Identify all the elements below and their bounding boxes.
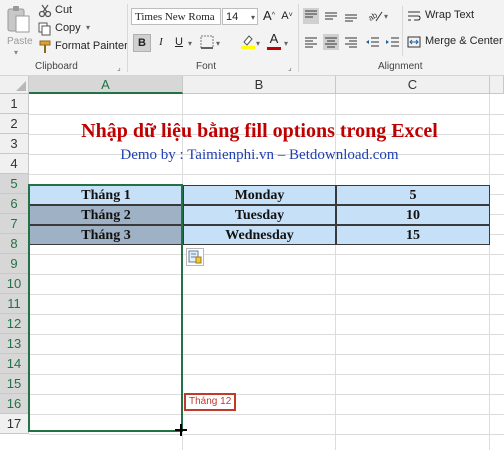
separator — [127, 4, 128, 72]
font-color-button[interactable]: A — [266, 31, 282, 50]
align-left-icon[interactable] — [303, 34, 319, 50]
borders-dropdown-icon[interactable]: ▾ — [216, 37, 220, 50]
copy-button[interactable]: Copy ▾ — [38, 21, 98, 37]
cell-b6[interactable]: Tuesday — [183, 205, 336, 225]
row-header-8[interactable]: 8 — [0, 234, 29, 254]
row-header-16[interactable]: 16 — [0, 394, 29, 414]
borders-icon[interactable] — [200, 35, 214, 49]
paste-button[interactable]: Paste ▾ — [3, 3, 33, 57]
fill-handle-cursor[interactable] — [175, 424, 187, 436]
column-header-extra[interactable] — [490, 76, 504, 94]
align-center-icon[interactable] — [323, 34, 339, 50]
font-size-dropdown-icon: ▾ — [250, 13, 255, 22]
increase-indent-icon[interactable] — [385, 34, 401, 50]
alignment-group-label: Alignment — [378, 61, 423, 72]
row-header-6[interactable]: 6 — [0, 194, 29, 214]
separator — [402, 6, 403, 56]
align-middle-icon[interactable] — [323, 8, 339, 24]
row-header-13[interactable]: 13 — [0, 334, 29, 354]
merge-center-button[interactable]: Merge & Center — [407, 34, 504, 50]
cut-button[interactable]: Cut — [38, 3, 98, 19]
row-header-1[interactable]: 1 — [0, 94, 29, 114]
format-painter-label: Format Painter — [55, 40, 128, 52]
row-header-10[interactable]: 10 — [0, 274, 29, 294]
align-right-icon[interactable] — [343, 34, 359, 50]
select-all-corner[interactable] — [0, 76, 29, 94]
align-bottom-icon[interactable] — [343, 8, 359, 24]
row-header-9[interactable]: 9 — [0, 254, 29, 274]
row-header-12[interactable]: 12 — [0, 314, 29, 334]
subtitle-site: Taimienphi.vn – Betdownload.com — [187, 147, 399, 163]
row-header-7[interactable]: 7 — [0, 214, 29, 234]
font-size-select[interactable]: 14 ▾ — [222, 8, 258, 25]
wrap-text-button[interactable]: Wrap Text — [407, 8, 499, 24]
font-group-label: Font — [196, 61, 217, 72]
merge-icon — [407, 36, 421, 48]
underline-button[interactable]: U — [171, 34, 187, 50]
copy-icon — [38, 22, 51, 36]
format-painter-icon — [39, 40, 51, 53]
sheet-title[interactable]: Nhập dữ liệu bằng fill options trong Exc… — [29, 121, 490, 141]
row-header-15[interactable]: 15 — [0, 374, 29, 394]
ribbon: Paste ▾ Cut Copy ▾ Format Painter Clipbo… — [0, 0, 504, 76]
wrap-text-icon — [408, 11, 421, 21]
highlight-icon[interactable] — [240, 33, 256, 49]
column-header-a[interactable]: A — [29, 76, 183, 94]
autofill-options-icon — [188, 250, 202, 264]
paste-dropdown-icon[interactable]: ▾ — [14, 46, 18, 59]
orientation-dropdown-icon[interactable]: ▾ — [384, 10, 388, 23]
fill-preview-tooltip: Tháng 12 — [184, 393, 237, 411]
paste-icon — [7, 6, 30, 33]
cell-a7[interactable]: Tháng 3 — [29, 225, 183, 245]
bold-button[interactable]: B — [133, 34, 151, 52]
font-name-value: Times New Roma — [135, 11, 215, 23]
highlight-dropdown-icon[interactable]: ▾ — [256, 37, 260, 50]
orientation-icon[interactable]: ab — [367, 8, 383, 24]
paste-label: Paste — [7, 36, 33, 47]
row-header-3[interactable]: 3 — [0, 134, 29, 154]
clipboard-group-label: Clipboard — [35, 61, 78, 72]
fill-preview-text: Tháng 12 — [189, 396, 232, 407]
row-header-17[interactable]: 17 — [0, 414, 29, 434]
italic-button[interactable]: I — [153, 34, 169, 50]
cell-a6[interactable]: Tháng 2 — [29, 205, 183, 225]
sheet-subtitle[interactable]: Demo by : Taimienphi.vn – Betdownload.co… — [29, 145, 490, 165]
column-header-b[interactable]: B — [183, 76, 336, 94]
column-header-c[interactable]: C — [336, 76, 490, 94]
cell-c6[interactable]: 10 — [336, 205, 490, 225]
svg-text:ab: ab — [367, 10, 379, 23]
shrink-font-button[interactable]: A˅ — [279, 8, 295, 24]
cut-label: Cut — [55, 4, 73, 16]
merge-center-label: Merge & Center — [425, 35, 503, 47]
cell-c5[interactable]: 5 — [336, 185, 490, 205]
clipboard-dialog-launcher-icon[interactable]: ⌟ — [117, 61, 121, 74]
row-header-5[interactable]: 5 — [0, 174, 29, 194]
worksheet-grid[interactable]: A B C 1 2 3 4 5 6 7 8 9 10 11 12 13 14 1… — [0, 76, 504, 450]
font-dialog-launcher-icon[interactable]: ⌟ — [288, 61, 292, 74]
grow-font-button[interactable]: A^ — [261, 8, 277, 24]
row-header-14[interactable]: 14 — [0, 354, 29, 374]
separator — [298, 4, 299, 72]
cell-a5[interactable]: Tháng 1 — [29, 185, 183, 205]
format-painter-button[interactable]: Format Painter — [38, 39, 128, 55]
scissors-icon — [38, 4, 52, 18]
copy-dropdown-icon[interactable]: ▾ — [86, 21, 90, 34]
wrap-text-label: Wrap Text — [425, 9, 475, 21]
row-header-2[interactable]: 2 — [0, 114, 29, 134]
cell-b5[interactable]: Monday — [183, 185, 336, 205]
copy-label: Copy — [55, 22, 81, 34]
autofill-options-button[interactable] — [186, 248, 204, 266]
cell-c7[interactable]: 15 — [336, 225, 490, 245]
align-top-icon[interactable] — [303, 8, 319, 24]
font-size-value: 14 — [226, 11, 239, 23]
font-color-dropdown-icon[interactable]: ▾ — [284, 37, 288, 50]
font-name-select[interactable]: Times New Roma — [131, 8, 221, 25]
underline-dropdown-icon[interactable]: ▾ — [188, 37, 192, 50]
cell-b7[interactable]: Wednesday — [183, 225, 336, 245]
row-header-4[interactable]: 4 — [0, 154, 29, 174]
font-color-swatch — [267, 47, 281, 50]
row-header-11[interactable]: 11 — [0, 294, 29, 314]
subtitle-prefix: Demo by : — [120, 147, 188, 163]
decrease-indent-icon[interactable] — [365, 34, 381, 50]
